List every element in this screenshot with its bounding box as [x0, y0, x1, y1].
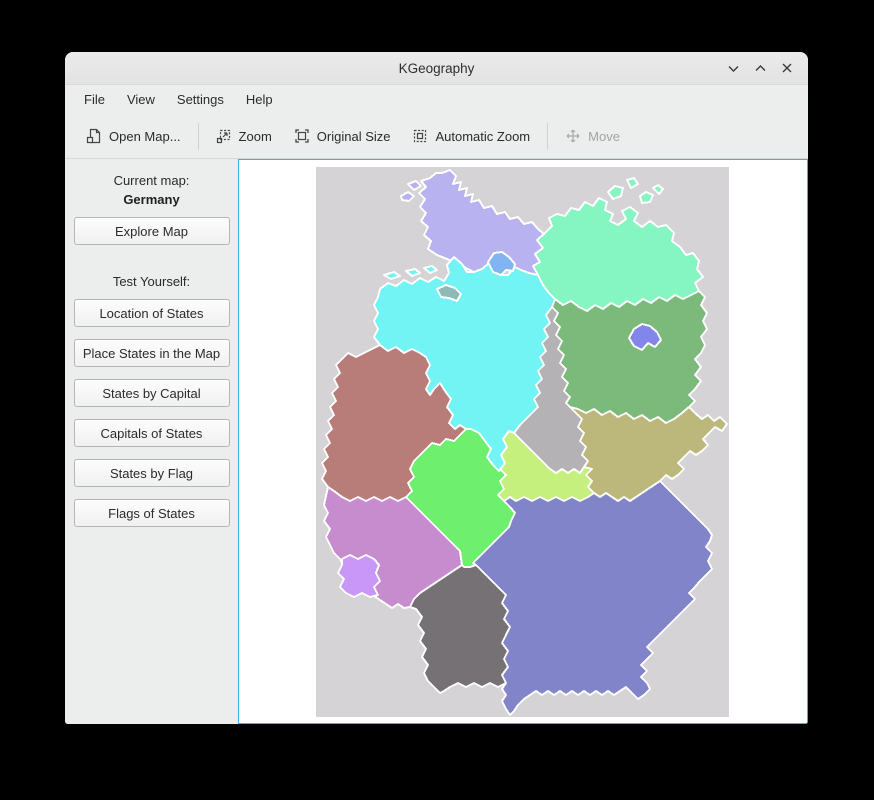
toolbar-separator — [547, 123, 548, 150]
automatic-zoom-icon — [412, 128, 428, 144]
automatic-zoom-button[interactable]: Automatic Zoom — [401, 121, 541, 151]
toolbar: Open Map... Zoom Original Size Automatic… — [65, 114, 808, 159]
original-size-label: Original Size — [317, 129, 391, 144]
open-map-button[interactable]: Open Map... — [75, 121, 192, 151]
menu-view[interactable]: View — [116, 88, 166, 111]
explore-map-button[interactable]: Explore Map — [74, 217, 230, 245]
open-map-icon — [86, 128, 102, 144]
close-icon — [781, 62, 793, 74]
current-map-value: Germany — [65, 192, 238, 207]
automatic-zoom-label: Automatic Zoom — [435, 129, 530, 144]
states-by-capital-button[interactable]: States by Capital — [74, 379, 230, 407]
content-area: Current map: Germany Explore Map Test Yo… — [65, 159, 808, 724]
close-button[interactable] — [778, 59, 796, 77]
menu-settings[interactable]: Settings — [166, 88, 235, 111]
move-label: Move — [588, 129, 620, 144]
menubar: File View Settings Help — [65, 85, 808, 114]
titlebar: KGeography — [65, 52, 808, 85]
original-size-button[interactable]: Original Size — [283, 121, 402, 151]
germany-map — [316, 167, 729, 717]
move-icon — [565, 128, 581, 144]
window-controls — [724, 52, 796, 84]
window-title: KGeography — [65, 61, 808, 76]
map-panel — [238, 159, 808, 724]
screen: { "window": { "title": "KGeography" }, "… — [0, 0, 874, 800]
sidebar: Current map: Germany Explore Map Test Yo… — [65, 159, 238, 724]
chevron-up-icon — [754, 62, 767, 75]
maximize-button[interactable] — [751, 59, 769, 77]
state-saarland[interactable] — [338, 555, 380, 597]
chevron-down-icon — [727, 62, 740, 75]
original-size-icon — [294, 128, 310, 144]
zoom-icon — [216, 128, 232, 144]
location-of-states-button[interactable]: Location of States — [74, 299, 230, 327]
states-by-flag-button[interactable]: States by Flag — [74, 459, 230, 487]
capitals-of-states-button[interactable]: Capitals of States — [74, 419, 230, 447]
open-map-label: Open Map... — [109, 129, 181, 144]
test-yourself-label: Test Yourself: — [65, 274, 238, 289]
move-button: Move — [554, 121, 631, 151]
state-brandenburg[interactable] — [552, 291, 707, 423]
menu-help[interactable]: Help — [235, 88, 284, 111]
current-map-label: Current map: — [65, 173, 238, 188]
menu-file[interactable]: File — [73, 88, 116, 111]
kgeography-window: KGeography File View Settings Help — [65, 52, 808, 724]
place-states-in-map-button[interactable]: Place States in the Map — [74, 339, 230, 367]
flags-of-states-button[interactable]: Flags of States — [74, 499, 230, 527]
zoom-button[interactable]: Zoom — [205, 121, 283, 151]
minimize-button[interactable] — [724, 59, 742, 77]
toolbar-separator — [198, 123, 199, 150]
zoom-label: Zoom — [239, 129, 272, 144]
